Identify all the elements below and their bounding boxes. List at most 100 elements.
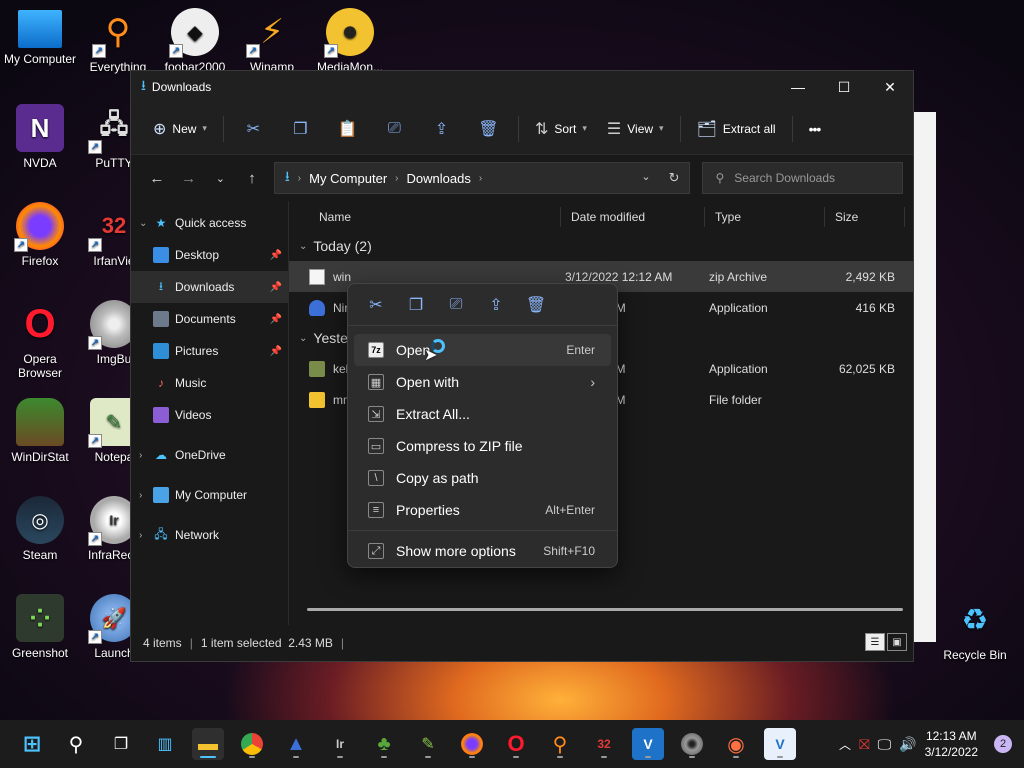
copy-icon[interactable]: ❐ — [277, 119, 324, 139]
nav-downloads[interactable]: ⭳ Downloads 📌 — [131, 271, 288, 303]
close-button[interactable]: ✕ — [867, 71, 913, 103]
paste-icon[interactable]: 📋 — [324, 119, 371, 139]
menu-item-show-more-options[interactable]: ⤢ Show more options Shift+F10 — [354, 535, 611, 567]
menu-shortcut: Enter — [566, 343, 595, 357]
everything-icon[interactable]: ⚲ — [544, 728, 576, 760]
extract-all-button[interactable]: 🗂 Extract all — [687, 113, 786, 145]
open-with-icon: ▦ — [368, 374, 384, 390]
more-options-button[interactable]: ••• — [799, 115, 831, 143]
address-history-chevron-icon[interactable]: ⌄ — [641, 170, 650, 186]
new-button[interactable]: ⊕ New ▾ — [143, 113, 217, 145]
desktop-icon-opera[interactable]: O Opera Browser — [0, 300, 80, 381]
ninite-icon[interactable]: ▲ — [280, 728, 312, 760]
search-box[interactable]: ⚲ Search Downloads — [702, 162, 903, 194]
task-view-icon[interactable]: ❐ — [105, 728, 137, 760]
nav-my-computer[interactable]: › My Computer — [131, 479, 288, 511]
nav-pictures[interactable]: Pictures 📌 — [131, 335, 288, 367]
copy-icon[interactable]: ❐ — [396, 295, 436, 315]
column-type[interactable]: Type — [705, 207, 825, 227]
background-window-edge[interactable] — [912, 112, 936, 642]
delete-icon[interactable]: 🗑 — [516, 295, 556, 315]
desktop-icon-mediamonkey[interactable]: ☻ ↗ MediaMon... — [310, 8, 390, 74]
title-bar[interactable]: ⭳ Downloads — ☐ ✕ — [131, 71, 913, 103]
minimize-button[interactable]: — — [775, 71, 821, 103]
network-icon[interactable]: 🖵 — [878, 736, 892, 753]
nav-onedrive[interactable]: › ☁ OneDrive — [131, 439, 288, 471]
up-arrow-icon[interactable]: ↑ — [236, 170, 268, 187]
maximize-button[interactable]: ☐ — [821, 71, 867, 103]
cut-icon[interactable]: ✂ — [230, 119, 277, 139]
nav-label: My Computer — [175, 488, 248, 502]
clock[interactable]: 12:13 AM 3/12/2022 — [925, 728, 978, 760]
delete-icon[interactable]: 🗑 — [465, 119, 512, 139]
file-explorer-taskbar-icon[interactable]: ▬ — [192, 728, 224, 760]
firefox-icon[interactable] — [456, 728, 488, 760]
menu-item-compress-zip[interactable]: ▭ Compress to ZIP file — [354, 430, 611, 462]
widgets-icon[interactable]: ▥ — [149, 728, 181, 760]
start-windows-icon[interactable]: ⊞ — [16, 728, 48, 760]
desktop-icon-everything[interactable]: ⚲ ↗ Everything — [78, 8, 158, 74]
sort-button[interactable]: ⇅ Sort ▾ — [525, 113, 597, 145]
column-date-modified[interactable]: Date modified — [561, 207, 705, 227]
menu-item-open-with[interactable]: ▦ Open with › — [354, 366, 611, 398]
column-name[interactable]: Name — [289, 207, 561, 227]
desktop-icon-winamp[interactable]: ⚡ ↗ Winamp — [232, 8, 312, 74]
desktop-icon-recycle-bin[interactable]: ♻ Recycle Bin — [935, 596, 1015, 663]
disc-icon[interactable] — [676, 728, 708, 760]
back-arrow-icon[interactable]: ← — [141, 170, 173, 187]
share-icon[interactable]: ⇪ — [476, 295, 516, 315]
desktop-icon-firefox[interactable]: ↗ Firefox — [0, 202, 80, 268]
breadcrumb-downloads[interactable]: Downloads — [407, 171, 471, 186]
breadcrumb-separator-icon: › — [395, 172, 399, 184]
vscode-white-icon[interactable]: V — [764, 728, 796, 760]
refresh-icon[interactable]: ↻ — [669, 170, 680, 186]
rename-icon[interactable]: ⎚ — [436, 296, 476, 314]
greenshot-eye-icon[interactable]: ◉ — [720, 728, 752, 760]
menu-item-copy-as-path[interactable]: \ Copy as path — [354, 462, 611, 494]
search-icon[interactable]: ⚲ — [60, 728, 92, 760]
nav-quick-access[interactable]: ⌄ ★ Quick access — [131, 207, 288, 239]
windirstat-tree-icon[interactable]: ♣ — [368, 728, 400, 760]
details-view-icon[interactable]: ☰ — [865, 633, 885, 651]
notepad-icon[interactable]: ✎ — [412, 728, 444, 760]
opera-icon[interactable]: O — [500, 728, 532, 760]
desktop-icon-steam[interactable]: ◎ Steam — [0, 496, 80, 562]
column-size[interactable]: Size — [825, 207, 905, 227]
breadcrumb-my-computer[interactable]: My Computer — [309, 171, 387, 186]
show-hidden-icons-chevron-icon[interactable]: ︿ — [839, 736, 851, 753]
notification-badge[interactable]: 2 — [994, 735, 1012, 753]
desktop-icon-windirstat[interactable]: WinDirStat — [0, 398, 80, 464]
group-today[interactable]: ⌄ Today (2) — [289, 231, 913, 261]
horizontal-scrollbar[interactable] — [307, 608, 903, 611]
chrome-icon[interactable] — [236, 728, 268, 760]
desktop-icon-greenshot[interactable]: ⁘ Greenshot — [0, 594, 80, 660]
cut-icon[interactable]: ✂ — [356, 295, 396, 315]
desktop-icon-my-computer[interactable]: My Computer — [0, 10, 80, 66]
nav-music[interactable]: ♪ Music — [131, 367, 288, 399]
desktop-icon-foobar2000[interactable]: ◆ ↗ foobar2000 — [155, 8, 235, 74]
nav-desktop[interactable]: Desktop 📌 — [131, 239, 288, 271]
volume-icon[interactable]: 🔊 — [899, 736, 916, 753]
nav-network[interactable]: › 🖧 Network — [131, 519, 288, 551]
collapsed-chevron-icon: › — [139, 449, 143, 461]
network-warning-icon[interactable]: ⛝ — [859, 736, 870, 753]
menu-item-properties[interactable]: ≡ Properties Alt+Enter — [354, 494, 611, 526]
desktop-icon-nvda[interactable]: N NVDA — [0, 104, 80, 170]
nav-videos[interactable]: Videos — [131, 399, 288, 431]
tiles-view-icon[interactable]: ▣ — [887, 633, 907, 651]
share-icon[interactable]: ⇪ — [418, 119, 465, 139]
forward-arrow-icon[interactable]: → — [173, 170, 205, 187]
window-title: Downloads — [151, 80, 212, 94]
vscode-blue-icon[interactable]: V — [632, 728, 664, 760]
rename-icon[interactable]: ⎚ — [371, 120, 418, 138]
menu-item-open[interactable]: 7z Open Enter — [354, 334, 611, 366]
nav-documents[interactable]: Documents 📌 — [131, 303, 288, 335]
videos-icon — [153, 407, 169, 423]
menu-item-extract-all[interactable]: ⇲ Extract All... — [354, 398, 611, 430]
recent-locations-chevron-icon[interactable]: ⌄ — [204, 172, 236, 185]
view-button[interactable]: ☰ View ▾ — [597, 113, 674, 145]
copy-path-icon: \ — [368, 470, 384, 486]
infrarecorder-icon[interactable]: Ir — [324, 728, 356, 760]
address-bar[interactable]: ⭳ › My Computer › Downloads › ⌄ ↻ — [273, 162, 691, 194]
irfanview-icon[interactable]: 32 — [588, 728, 620, 760]
